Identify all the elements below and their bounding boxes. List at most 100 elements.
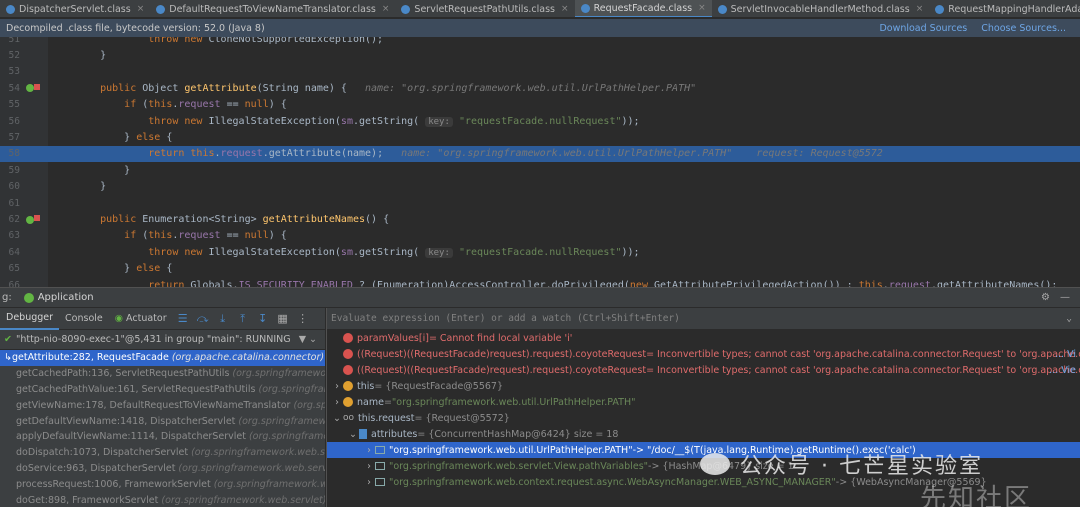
close-icon[interactable]: × — [137, 4, 145, 14]
expand-arrow-icon[interactable]: › — [363, 461, 375, 472]
code-line: 63 if (this.request == null) { — [0, 228, 1080, 244]
minimize-icon[interactable]: — — [1060, 292, 1070, 303]
close-icon[interactable]: × — [382, 4, 390, 14]
thread-selector[interactable]: ✔ "http-nio-8090-exec-1"@5,431 in group … — [0, 330, 325, 350]
editor-tab[interactable]: DefaultRequestToViewNameTranslator.class… — [150, 0, 395, 17]
run-to-cursor-icon[interactable]: ↧ — [256, 312, 270, 326]
frame-method: getDefaultViewName:1418, DispatcherServl… — [16, 415, 236, 427]
tab-actuator[interactable]: ◉ Actuator — [109, 308, 173, 330]
implements-marker-icon[interactable] — [34, 84, 40, 91]
debug-tool-window-header: g: Application ⚙ — — [0, 287, 1080, 307]
close-icon[interactable]: × — [916, 4, 924, 14]
code-text: public Enumeration<String> getAttributeN… — [100, 214, 390, 226]
class-file-icon — [156, 4, 166, 14]
code-text: } else { — [76, 132, 173, 144]
stack-frame[interactable]: getDefaultViewName:1418, DispatcherServl… — [0, 413, 325, 429]
code-line: 65 } else { — [0, 261, 1080, 277]
current-frame-icon: ↳ — [4, 352, 12, 364]
editor-tab-label: RequestFacade.class — [593, 2, 693, 14]
close-icon[interactable]: × — [698, 3, 706, 13]
choose-sources-link[interactable]: Choose Sources... — [981, 23, 1066, 34]
tab-debugger[interactable]: Debugger — [0, 308, 60, 330]
table-icon[interactable]: ▦ — [276, 312, 290, 326]
override-marker-icon[interactable] — [26, 84, 34, 93]
variable-row[interactable]: ⌄ oo this.request = {Request@5572} — [327, 410, 1080, 426]
line-number: 55 — [8, 99, 20, 111]
stack-frame[interactable]: doGet:898, FrameworkServlet (org.springfr… — [0, 492, 325, 507]
line-number: 59 — [8, 164, 20, 176]
stack-frame[interactable]: getCachedPath:136, ServletRequestPathUti… — [0, 366, 325, 382]
stack-frame[interactable]: getCachedPathValue:161, ServletRequestPa… — [0, 382, 325, 398]
editor-tab[interactable]: RequestMappingHandlerAdapter.class× — [929, 0, 1080, 17]
banner-links: Download Sources Choose Sources... — [879, 23, 1080, 34]
evaluate-expression-input[interactable]: Evaluate expression (Enter) or add a wat… — [327, 308, 1080, 330]
map-entry-icon — [375, 446, 385, 454]
variable-row[interactable]: ((Request)((RequestFacade)request).reque… — [327, 346, 1080, 362]
map-entry-icon — [375, 478, 385, 486]
code-editor[interactable]: 51 throw new CloneNotSupportedException(… — [0, 37, 1080, 287]
check-icon: ✔ — [4, 334, 12, 345]
debug-session-tab[interactable]: Application — [23, 292, 94, 303]
frame-package: (org.springframework.web.servlet) — [191, 447, 325, 459]
override-marker-icon[interactable] — [26, 215, 34, 224]
line-number: 62 — [8, 214, 20, 226]
editor-tab[interactable]: DispatcherServlet.class × — [0, 0, 150, 17]
frame-method: processRequest:1006, FrameworkServlet — [16, 478, 211, 490]
editor-tab[interactable]: ServletRequestPathUtils.class × — [395, 0, 574, 17]
thread-label: "http-nio-8090-exec-1"@5,431 in group "m… — [15, 334, 291, 345]
layout-icon[interactable]: ☰ — [176, 312, 190, 326]
download-sources-link[interactable]: Download Sources — [879, 23, 967, 34]
step-over-icon[interactable]: ⤼ — [196, 312, 210, 326]
more-icon[interactable]: ⋮ — [296, 312, 310, 326]
variable-row[interactable]: › name = "org.springframework.web.util.Ur… — [327, 394, 1080, 410]
stack-frame[interactable]: processRequest:1006, FrameworkServlet (or… — [0, 476, 325, 492]
expand-arrow-icon[interactable]: ⌄ — [331, 413, 343, 424]
class-file-icon — [580, 3, 590, 13]
variable-row[interactable]: › this = {RequestFacade@5567} — [327, 378, 1080, 394]
expand-arrow-icon[interactable]: › — [331, 381, 343, 392]
variable-value: = — [383, 396, 392, 408]
view-link[interactable]: ... Vi — [1055, 349, 1076, 360]
view-link[interactable]: ... Vie — [1049, 365, 1076, 376]
expand-arrow-icon[interactable]: ⌄ — [347, 429, 359, 440]
watch-icon: oo — [343, 413, 355, 423]
close-icon[interactable]: × — [561, 4, 569, 14]
entry-key: "org.springframework.web.servlet.View.pa… — [389, 460, 649, 472]
stack-frame[interactable]: getViewName:178, DefaultRequestToViewNam… — [0, 397, 325, 413]
variable-value: = {ConcurrentHashMap@6424} size = 18 — [417, 428, 619, 440]
stack-frame[interactable]: ↳ getAttribute:282, RequestFacade (org.ap… — [0, 350, 325, 366]
error-icon — [343, 333, 353, 343]
expand-arrow-icon[interactable]: › — [363, 445, 375, 456]
variable-row[interactable]: ((Request)((RequestFacade)request).reque… — [327, 362, 1080, 378]
watermark-text: 公众号 · 七芒星实验室 — [740, 454, 983, 479]
expand-arrow-icon[interactable]: › — [331, 397, 343, 408]
line-number: 53 — [8, 66, 20, 78]
code-line: 54 public Object getAttribute(String nam… — [0, 80, 1080, 96]
variable-row[interactable]: paramValues[i] = Cannot find local varia… — [327, 330, 1080, 346]
stack-frame[interactable]: doDispatch:1073, DispatcherServlet (org.s… — [0, 445, 325, 461]
frame-package: (org.springframework.web.servlet) — [178, 462, 325, 474]
frame-package: (org.springframework.web.servlet) — [161, 494, 325, 506]
implements-marker-icon[interactable] — [34, 215, 40, 222]
stack-frame[interactable]: doService:963, DispatcherServlet (org.spr… — [0, 461, 325, 477]
banner-text: Decompiled .class file, bytecode version… — [6, 22, 265, 34]
watch-options-icon[interactable]: ⌄ — [1066, 313, 1072, 324]
debug-header-actions: ⚙ — — [1041, 292, 1080, 303]
variable-row[interactable]: ⌄ attributes = {ConcurrentHashMap@6424} s… — [327, 426, 1080, 442]
code-text: } — [76, 181, 107, 193]
variable-name: ((Request)((RequestFacade)request).reque… — [357, 348, 647, 360]
filter-icon[interactable]: ▼ ⌄ — [299, 334, 317, 345]
expand-arrow-icon[interactable]: › — [363, 477, 375, 488]
editor-tab[interactable]: ServletInvocableHandlerMethod.class × — [712, 0, 930, 17]
step-into-icon[interactable]: ⤓ — [216, 312, 230, 326]
debugger-toolbar: Debugger Console ◉ Actuator ☰ ⤼ ⤓ ⤒ ↧ ▦ ⋮ — [0, 308, 325, 330]
gear-icon[interactable]: ⚙ — [1041, 292, 1050, 303]
frame-package: (org.apache.catalina.connector) — [171, 352, 325, 364]
code-text: return this.request.getAttribute(name); … — [148, 148, 883, 160]
stack-frame[interactable]: applyDefaultViewName:1114, DispatcherSer… — [0, 429, 325, 445]
editor-tab[interactable]: RequestFacade.class × — [574, 0, 712, 17]
line-number: 61 — [8, 197, 20, 209]
variable-value: = Inconvertible types; cannot cast 'org.… — [646, 348, 1080, 360]
step-out-icon[interactable]: ⤒ — [236, 312, 250, 326]
tab-console[interactable]: Console — [59, 308, 109, 330]
